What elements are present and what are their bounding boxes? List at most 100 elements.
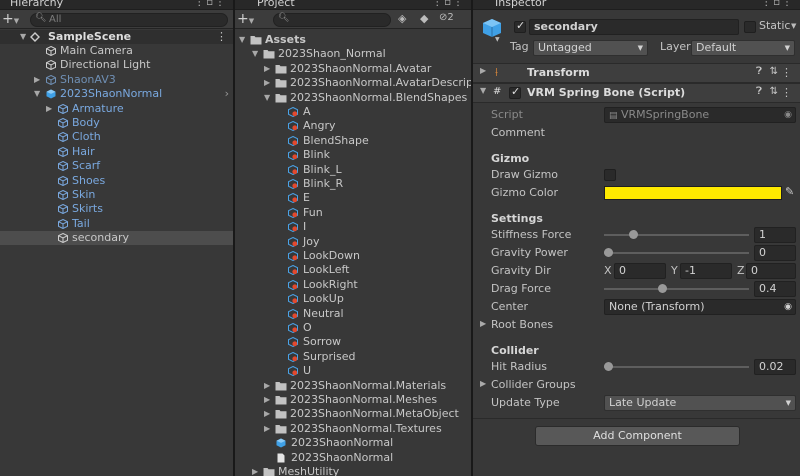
component-enabled-checkbox[interactable] [509,85,521,99]
gravity-dir-x-field[interactable]: 0 [614,263,666,279]
project-tab-menu-icon[interactable]: ⋮▫⋮ [432,0,465,10]
hierarchy-item[interactable]: Tail [0,217,233,231]
blendshape-asset[interactable]: A [235,105,471,119]
blendshape-asset[interactable]: Surprised [235,350,471,364]
blendshape-asset[interactable]: U [235,364,471,378]
blendshape-asset[interactable]: Blink_L [235,163,471,177]
collapse-arrow-icon[interactable]: ▼ [480,86,486,95]
stiffness-value-field[interactable]: 1 [754,227,796,243]
expand-arrow-icon[interactable]: ▶ [264,393,270,407]
hierarchy-item[interactable]: Hair [0,145,233,159]
object-name-field[interactable]: secondary [529,19,739,35]
drag-force-slider[interactable] [604,281,749,297]
hierarchy-item[interactable]: ▶ Armature [0,102,233,116]
project-folder[interactable]: ▶ 2023ShaonNormal.MetaObject [235,407,471,421]
blendshape-asset[interactable]: Blink_R [235,177,471,191]
presets-icon[interactable]: ⇅ [770,86,778,97]
blendshape-asset[interactable]: LookDown [235,249,471,263]
expand-arrow-icon[interactable]: ▶ [264,407,270,421]
expand-arrow-icon[interactable]: ▼ [34,87,40,101]
eyedropper-icon[interactable]: ✎ [785,185,794,198]
hierarchy-item[interactable]: Directional Light [0,58,233,72]
gravity-dir-z-field[interactable]: 0 [746,263,796,279]
inspector-tab[interactable]: Inspector ⋮▫⋮ [473,0,800,10]
scene-menu-icon[interactable]: ⋮ [216,30,227,44]
blendshape-asset[interactable]: BlendShape [235,134,471,148]
blendshape-asset[interactable]: Neutral [235,307,471,321]
expand-arrow-icon[interactable]: ▶ [34,73,40,87]
project-folder[interactable]: ▼ 2023Shaon_Normal [235,47,471,61]
root-bones-foldout[interactable]: Root Bones [491,317,553,333]
presets-icon[interactable]: ⇅ [770,66,778,77]
hit-radius-slider[interactable] [604,359,749,375]
blendshape-asset[interactable]: LookUp [235,292,471,306]
hierarchy-item[interactable]: secondary [0,231,233,246]
layer-dropdown[interactable]: Default ▼ [691,40,795,56]
blendshape-asset[interactable]: LookLeft [235,263,471,277]
gravity-dir-y-field[interactable]: -1 [680,263,732,279]
static-checkbox[interactable] [744,21,756,33]
hierarchy-item[interactable]: ▶ ShaonAV3 [0,73,233,87]
collapse-arrow-icon[interactable]: ▶ [480,66,486,75]
hierarchy-item[interactable]: Skin [0,188,233,202]
static-dropdown-icon[interactable]: ▼ [791,22,796,30]
add-component-button[interactable]: Add Component [535,426,740,446]
scene-row[interactable]: ▼ SampleScene ⋮ [0,30,233,44]
blendshape-asset[interactable]: LookRight [235,278,471,292]
project-folder[interactable]: ▶ MeshUtility [235,465,471,476]
blendshape-asset[interactable]: O [235,321,471,335]
stiffness-slider-knob[interactable] [629,230,638,239]
hierarchy-item[interactable]: Shoes [0,174,233,188]
project-folder[interactable]: ▶ 2023ShaonNormal.Avatar [235,62,471,76]
gravity-power-value-field[interactable]: 0 [754,245,796,261]
blendshape-asset[interactable]: Sorrow [235,335,471,349]
expand-arrow-icon[interactable]: ▶ [264,422,270,436]
drag-force-slider-knob[interactable] [658,284,667,293]
expand-arrow-icon[interactable]: ▶ [252,465,258,476]
blendshape-asset[interactable]: I [235,220,471,234]
hierarchy-tab[interactable]: Hierarchy ⋮▫⋮ [0,0,233,10]
tag-dropdown[interactable]: Untagged ▼ [533,40,648,56]
transform-component-header[interactable]: ▶ ⟊ Transform ❓︎ ⇅ ⋮ [473,63,800,83]
help-icon[interactable]: ❓︎ [756,66,762,77]
hidden-packages-icon[interactable]: ⊘2 [439,12,454,23]
expand-arrow-icon[interactable]: ▼ [239,33,245,47]
help-icon[interactable]: ❓︎ [756,86,762,97]
project-tab[interactable]: Project ⋮▫⋮ [235,0,471,10]
draw-gizmo-checkbox[interactable] [604,169,616,181]
blendshape-asset[interactable]: E [235,191,471,205]
project-search-input[interactable]: 🔍︎ [273,13,391,27]
expand-arrow-icon[interactable]: ▶ [46,102,52,116]
expand-arrow-icon[interactable]: ▼ [20,30,26,44]
hierarchy-item[interactable]: Cloth [0,130,233,144]
prefab-asset[interactable]: 2023ShaonNormal [235,436,471,450]
filter-by-type-icon[interactable]: ◈ [398,12,406,25]
object-picker-icon[interactable]: ◉ [784,300,792,314]
expand-arrow-icon[interactable]: ▶ [264,76,270,90]
expand-arrow-icon[interactable]: ▼ [252,47,258,61]
blendshape-asset[interactable]: Blink [235,148,471,162]
add-object-button[interactable]: +▼ [2,10,19,30]
create-asset-button[interactable]: +▼ [237,10,254,30]
hierarchy-item[interactable]: Main Camera [0,44,233,58]
blendshape-asset[interactable]: Joy [235,235,471,249]
filter-by-label-icon[interactable]: ◆ [420,12,428,25]
hierarchy-item[interactable]: Scarf [0,159,233,173]
file-asset[interactable]: 2023ShaonNormal [235,451,471,465]
chevron-right-icon[interactable]: › [225,87,229,101]
hierarchy-tab-menu-icon[interactable]: ⋮▫⋮ [194,0,227,10]
active-checkbox[interactable] [514,19,526,33]
chevron-down-icon[interactable]: ▼ [495,36,500,43]
project-folder[interactable]: ▶ 2023ShaonNormal.AvatarDescriptio [235,76,471,90]
hit-radius-slider-knob[interactable] [604,362,613,371]
project-folder[interactable]: ▼ 2023ShaonNormal.BlendShapes [235,91,471,105]
drag-force-value-field[interactable]: 0.4 [754,281,796,297]
spring-bone-component-header[interactable]: ▼ # VRM Spring Bone (Script) ❓︎ ⇅ ⋮ [473,83,800,103]
project-folder[interactable]: ▶ 2023ShaonNormal.Meshes [235,393,471,407]
stiffness-slider[interactable] [604,227,749,243]
expand-arrow-icon[interactable]: ▼ [264,91,270,105]
gizmo-color-swatch[interactable] [604,186,782,200]
update-type-dropdown[interactable]: Late Update ▼ [604,395,796,411]
gravity-power-slider-knob[interactable] [604,248,613,257]
center-object-field[interactable]: None (Transform) ◉ [604,299,796,315]
